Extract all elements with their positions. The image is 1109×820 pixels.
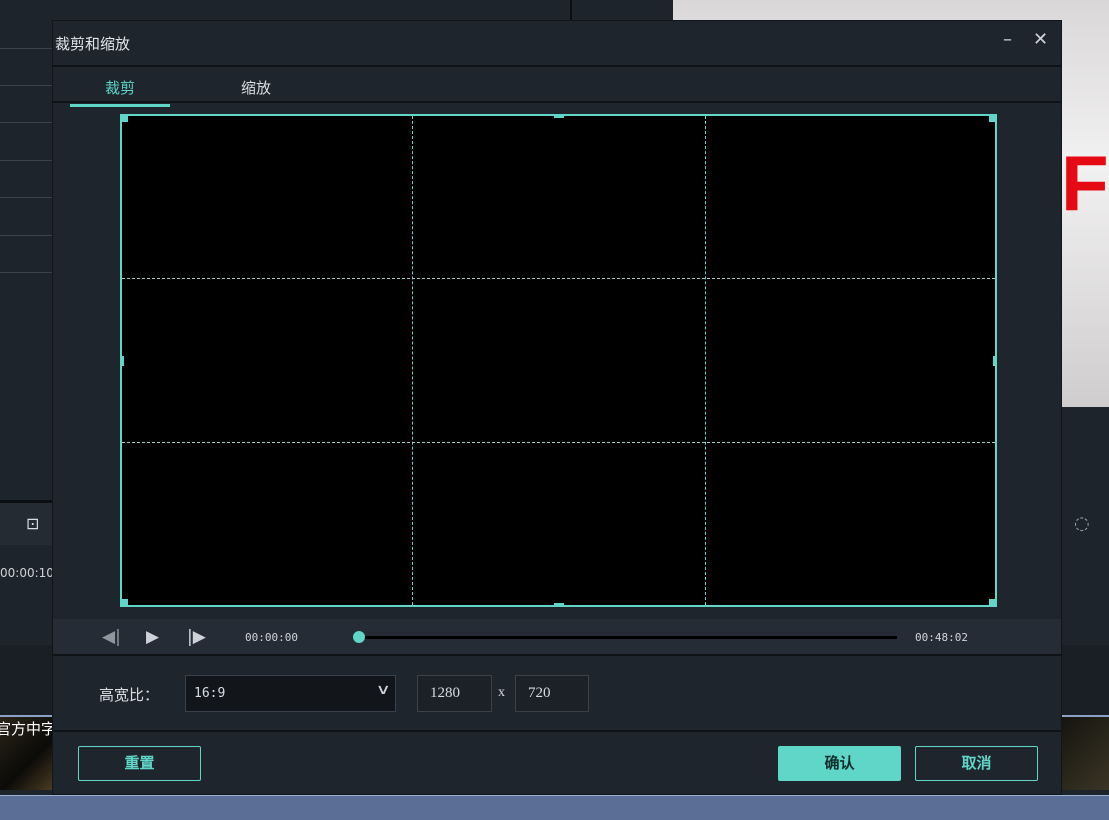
render-preview-icon[interactable]: ◌ (1074, 513, 1090, 534)
crop-handle-left[interactable] (120, 356, 124, 366)
reset-button[interactable]: 重置 (78, 746, 201, 781)
dialog-title: 裁剪和缩放 (55, 35, 131, 53)
clip-title: 官方中字 (0, 720, 52, 738)
preview-logo: FL (1061, 139, 1109, 227)
divider (0, 272, 52, 273)
crop-handle-top[interactable] (554, 114, 564, 118)
crop-area[interactable] (120, 114, 997, 607)
current-time: 00:00:00 (245, 631, 298, 644)
timeline-ruler-time: 00:00:10: (0, 566, 52, 580)
aspect-ratio-value: 16:9 (194, 686, 226, 701)
divider (0, 48, 52, 49)
tab-bar: 裁剪 缩放 (53, 65, 1061, 107)
video-clip[interactable] (1062, 715, 1109, 790)
aspect-ratio-select[interactable]: 16:9 ∨ (185, 675, 396, 712)
player-controls: ◀| ▶ |▶ 00:00:00 00:48:02 (53, 619, 1061, 656)
prev-frame-icon[interactable]: ◀| (102, 627, 121, 647)
grid-line (122, 278, 995, 279)
crop-zoom-dialog: 裁剪和缩放 – ✕ 裁剪 缩放 ◀| ▶ |▶ 00:00:00 00:48:0… (52, 20, 1062, 795)
divider (0, 122, 52, 123)
width-input[interactable]: 1280 (417, 675, 492, 712)
grid-line (705, 116, 706, 605)
tab-zoom[interactable]: 缩放 (206, 77, 306, 98)
tab-crop[interactable]: 裁剪 (70, 77, 170, 107)
crop-handle-bottom-right[interactable] (989, 599, 997, 607)
cancel-button[interactable]: 取消 (915, 746, 1038, 781)
divider (570, 0, 572, 20)
minimize-icon[interactable]: – (1003, 29, 1012, 50)
grid-line (122, 442, 995, 443)
progress-knob[interactable] (353, 631, 365, 643)
divider (0, 160, 52, 161)
crop-handle-right[interactable] (993, 356, 997, 366)
play-icon[interactable]: ▶ (146, 627, 159, 647)
progress-track[interactable] (359, 636, 897, 639)
crop-handle-top-right[interactable] (989, 114, 997, 122)
height-input[interactable]: 720 (515, 675, 589, 712)
divider (0, 235, 52, 236)
dimension-separator: x (498, 685, 505, 700)
close-icon[interactable]: ✕ (1033, 29, 1048, 50)
crop-handle-bottom-left[interactable] (120, 599, 128, 607)
bottom-bar (0, 795, 1109, 820)
confirm-button[interactable]: 确认 (778, 746, 901, 781)
divider (53, 730, 1061, 732)
aspect-ratio-label: 高宽比： (99, 686, 160, 704)
crop-handle-top-left[interactable] (120, 114, 128, 122)
next-frame-icon[interactable]: |▶ (187, 627, 206, 647)
divider (0, 197, 52, 198)
presentation-icon[interactable]: ⊡ (26, 514, 39, 533)
total-time: 00:48:02 (915, 631, 968, 644)
grid-line (412, 116, 413, 605)
chevron-down-icon: ∨ (376, 682, 390, 698)
divider (0, 85, 52, 86)
video-clip[interactable]: 官方中字 (0, 715, 52, 790)
crop-handle-bottom[interactable] (554, 603, 564, 607)
